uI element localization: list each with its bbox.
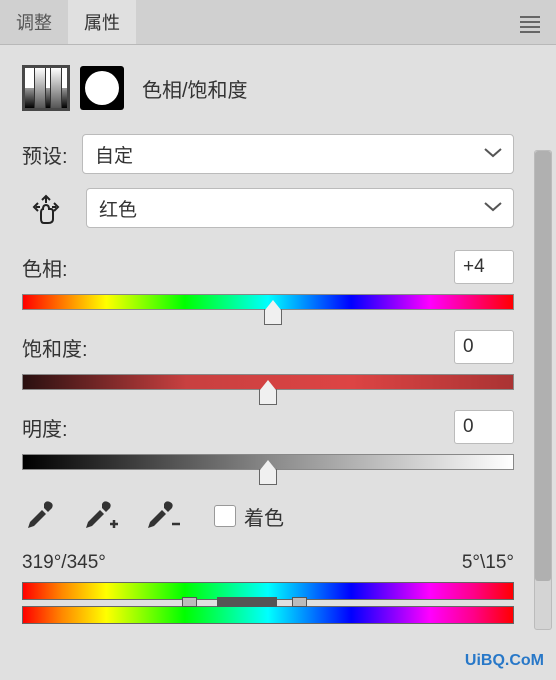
channel-select[interactable]: 红色 <box>86 188 514 228</box>
saturation-slider[interactable] <box>22 374 514 390</box>
scrollbar-thumb[interactable] <box>535 151 551 581</box>
tab-properties[interactable]: 属性 <box>68 0 136 44</box>
watermark: UiBQ.CoM <box>465 652 544 670</box>
adjustment-type-icon <box>22 65 70 111</box>
panel-menu-button[interactable] <box>504 0 556 44</box>
colorize-checkbox[interactable] <box>214 505 236 527</box>
lightness-slider[interactable] <box>22 454 514 470</box>
panel-header: 色相/饱和度 <box>0 45 556 126</box>
preset-select[interactable]: 自定 <box>82 134 514 174</box>
tab-adjust[interactable]: 调整 <box>0 0 68 44</box>
preset-value: 自定 <box>95 141 133 168</box>
vertical-scrollbar[interactable] <box>534 150 552 630</box>
eyedropper-subtract[interactable] <box>142 498 182 534</box>
lightness-value-input[interactable]: 0 <box>454 410 514 444</box>
range-right-value: 5°\15° <box>462 552 514 574</box>
menu-icon <box>520 21 540 23</box>
mask-icon[interactable] <box>80 66 124 110</box>
saturation-label: 饱和度: <box>22 333 102 362</box>
lightness-label: 明度: <box>22 413 102 442</box>
eyedropper-row: 着色 <box>22 498 514 534</box>
preset-row: 预设: 自定 <box>22 134 514 174</box>
panel-content: 预设: 自定 红色 <box>0 126 556 638</box>
eyedropper-sample[interactable] <box>22 498 58 534</box>
colorize-label: 着色 <box>244 502 284 531</box>
properties-panel: 调整 属性 色相/饱和度 预设: 自定 <box>0 0 556 680</box>
preset-label: 预设: <box>22 140 82 169</box>
tabs-bar: 调整 属性 <box>0 0 556 45</box>
chevron-down-icon <box>484 145 502 163</box>
color-range-readout: 319°/345° 5°\15° <box>22 552 514 574</box>
color-range-strip[interactable] <box>22 582 514 624</box>
channel-row: 红色 <box>22 188 514 228</box>
chevron-down-icon <box>484 199 502 217</box>
spectrum-bottom <box>22 606 514 624</box>
targeted-adjustment-tool[interactable] <box>22 191 70 225</box>
range-center-handle[interactable] <box>217 597 277 607</box>
panel-title: 色相/饱和度 <box>142 74 248 103</box>
hue-slider[interactable] <box>22 294 514 310</box>
eyedropper-add[interactable] <box>80 498 120 534</box>
hue-slider-thumb[interactable] <box>264 309 282 325</box>
saturation-value-input[interactable]: 0 <box>454 330 514 364</box>
range-falloff-left-handle[interactable] <box>182 597 197 607</box>
saturation-slider-thumb[interactable] <box>259 389 277 405</box>
range-falloff-right-handle[interactable] <box>292 597 307 607</box>
hue-value-input[interactable]: +4 <box>454 250 514 284</box>
hue-label: 色相: <box>22 253 102 282</box>
channel-value: 红色 <box>99 195 137 222</box>
lightness-slider-thumb[interactable] <box>259 469 277 485</box>
range-left-value: 319°/345° <box>22 552 106 574</box>
